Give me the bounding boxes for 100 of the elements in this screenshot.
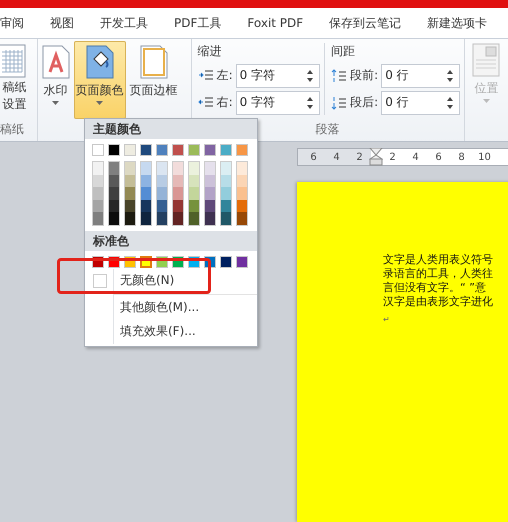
spin-field[interactable]: 0 行 <box>381 90 460 114</box>
color-swatch[interactable] <box>173 174 183 187</box>
watermark-button[interactable]: 水印 <box>40 41 72 119</box>
color-swatch[interactable] <box>189 162 199 174</box>
ribbon-tab[interactable]: Foxit PDF <box>234 16 316 30</box>
color-swatch[interactable] <box>173 187 183 200</box>
menu-item[interactable]: 填充效果(F)... <box>86 320 257 344</box>
ribbon-tab[interactable]: PDF工具 <box>161 14 234 32</box>
color-swatch[interactable] <box>205 200 215 212</box>
spacing-heading: 间距 <box>331 43 356 60</box>
indent-marker-icon[interactable] <box>369 148 383 166</box>
spin-field[interactable]: 0 字符 <box>236 64 320 88</box>
color-swatch[interactable] <box>204 144 216 156</box>
spin-field[interactable]: 0 字符 <box>236 90 320 114</box>
color-swatch[interactable] <box>157 200 167 212</box>
color-swatch[interactable] <box>220 144 232 156</box>
empty-swatch-icon <box>93 274 107 288</box>
color-swatch[interactable] <box>173 200 183 212</box>
color-swatch[interactable] <box>109 162 119 174</box>
page-border-button[interactable]: 页面边框 <box>128 41 180 119</box>
color-swatch[interactable] <box>108 144 120 156</box>
color-swatch[interactable] <box>125 174 135 187</box>
watermark-document-icon <box>42 45 70 79</box>
color-swatch[interactable] <box>93 200 103 212</box>
color-swatch[interactable] <box>93 212 103 224</box>
color-swatch[interactable] <box>237 212 247 224</box>
menu-section-heading: 主题颜色 <box>85 119 257 139</box>
menu-section-heading: 标准色 <box>85 230 257 250</box>
ruler-number: 6 <box>309 152 318 162</box>
color-swatch[interactable] <box>189 174 199 187</box>
color-swatch[interactable] <box>157 174 167 187</box>
color-swatch[interactable] <box>125 212 135 224</box>
color-swatch[interactable] <box>157 212 167 224</box>
color-swatch[interactable] <box>141 174 151 187</box>
color-swatch[interactable] <box>188 144 200 156</box>
color-swatch[interactable] <box>189 212 199 224</box>
color-swatch[interactable] <box>236 256 248 268</box>
color-swatch[interactable] <box>109 200 119 212</box>
document-text-line: 言但没有文字。“ ”意 <box>383 281 487 295</box>
color-swatch[interactable] <box>92 144 104 156</box>
color-swatch[interactable] <box>141 187 151 200</box>
indent-icon <box>198 96 214 110</box>
color-swatch[interactable] <box>236 144 248 156</box>
color-swatch[interactable] <box>173 162 183 174</box>
page-border-icon <box>140 45 168 79</box>
grid-paper-icon <box>0 44 26 78</box>
indent-icon <box>198 68 214 82</box>
ribbon-tab[interactable]: 保存到云笔记 <box>316 14 414 32</box>
spin-arrows-icon <box>446 68 453 82</box>
ribbon-tab[interactable]: 审阅 <box>0 14 37 32</box>
color-swatch[interactable] <box>157 187 167 200</box>
color-swatch[interactable] <box>141 212 151 224</box>
ruler-number: 4 <box>411 152 420 162</box>
color-swatch[interactable] <box>221 200 231 212</box>
color-swatch[interactable] <box>189 187 199 200</box>
color-swatch[interactable] <box>93 187 103 200</box>
color-swatch[interactable] <box>205 212 215 224</box>
color-swatch[interactable] <box>109 187 119 200</box>
color-swatch[interactable] <box>93 162 103 174</box>
color-swatch[interactable] <box>140 144 152 156</box>
color-swatch[interactable] <box>141 200 151 212</box>
color-swatch[interactable] <box>221 212 231 224</box>
color-swatch[interactable] <box>172 144 184 156</box>
ribbon-tab[interactable]: 开发工具 <box>87 14 161 32</box>
color-swatch[interactable] <box>205 174 215 187</box>
color-swatch[interactable] <box>205 162 215 174</box>
spin-field[interactable]: 0 行 <box>381 64 460 88</box>
color-swatch[interactable] <box>157 162 167 174</box>
group-label: 稿纸 <box>0 121 24 138</box>
spin-arrows-icon <box>307 68 314 82</box>
menu-item[interactable]: 其他颜色(M)... <box>86 296 257 320</box>
color-swatch[interactable] <box>125 162 135 174</box>
color-swatch[interactable] <box>237 174 247 187</box>
no-color-item[interactable]: 无颜色(N) <box>86 268 257 292</box>
color-swatch[interactable] <box>189 200 199 212</box>
color-swatch[interactable] <box>93 174 103 187</box>
manuscript-settings-button[interactable]: 稿纸 设置 <box>0 39 28 117</box>
color-swatch[interactable] <box>237 162 247 174</box>
color-swatch[interactable] <box>109 174 119 187</box>
color-swatch[interactable] <box>237 187 247 200</box>
ruler-number: 4 <box>332 152 341 162</box>
line-spacing-icon <box>331 68 348 82</box>
color-swatch[interactable] <box>156 144 168 156</box>
color-swatch[interactable] <box>221 187 231 200</box>
color-swatch[interactable] <box>109 212 119 224</box>
color-swatch[interactable] <box>205 187 215 200</box>
color-swatch[interactable] <box>124 144 136 156</box>
color-swatch[interactable] <box>173 212 183 224</box>
ribbon-tab[interactable]: 新建选项卡 <box>414 14 500 32</box>
field-label: 左: <box>216 67 233 84</box>
ribbon-tab[interactable]: 视图 <box>37 14 87 32</box>
color-swatch[interactable] <box>221 162 231 174</box>
page-color-button[interactable]: 页面颜色 <box>74 41 126 119</box>
dropdown-arrow-icon <box>482 99 490 103</box>
color-swatch[interactable] <box>237 200 247 212</box>
color-swatch[interactable] <box>125 187 135 200</box>
color-swatch[interactable] <box>125 200 135 212</box>
color-swatch[interactable] <box>221 174 231 187</box>
color-swatch[interactable] <box>220 256 232 268</box>
color-swatch[interactable] <box>141 162 151 174</box>
